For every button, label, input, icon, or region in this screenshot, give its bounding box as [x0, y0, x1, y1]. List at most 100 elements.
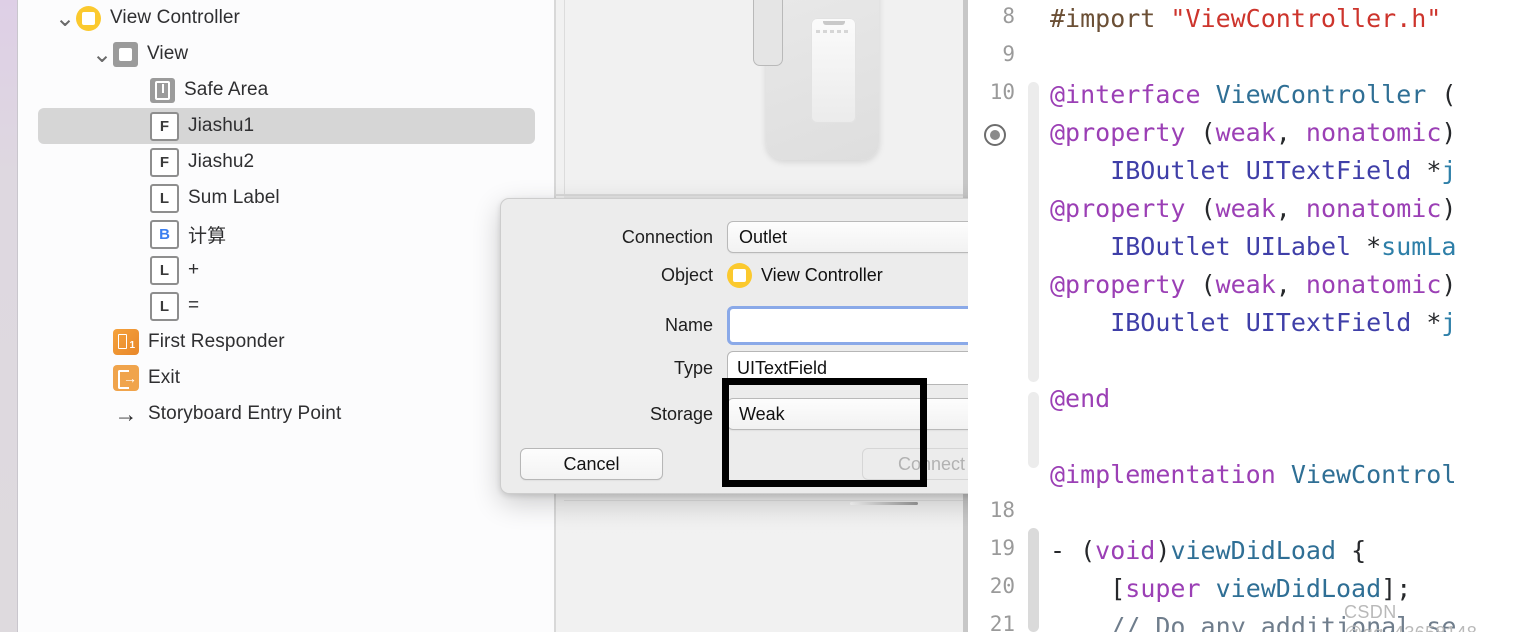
line-number: 8 — [1002, 4, 1015, 28]
disclosure-spacer — [91, 324, 113, 360]
code-token: ViewControl — [1290, 460, 1457, 489]
outline-row[interactable]: ⌄ View Controller — [18, 0, 555, 36]
document-outline-tree[interactable]: ⌄ View Controller ⌄ View Safe Area F Jiashu1 F J… — [18, 0, 555, 432]
arrow-right-icon: → — [114, 400, 138, 427]
outline-row[interactable]: F Jiashu2 — [18, 144, 555, 180]
outline-row[interactable]: F Jiashu1 — [38, 108, 535, 144]
outline-row[interactable]: B 计算 — [18, 216, 555, 252]
view-icon — [113, 41, 138, 67]
chevron-down-icon[interactable]: ⌄ — [54, 0, 76, 36]
outline-row[interactable]: → Storyboard Entry Point — [18, 396, 555, 432]
code-token: ]; — [1381, 574, 1412, 603]
code-token: weak — [1215, 194, 1276, 223]
outline-row[interactable]: ⌄ View — [18, 36, 555, 72]
code-token: void — [1095, 536, 1156, 565]
code-token: ( — [1426, 80, 1457, 109]
disclosure-spacer — [128, 72, 150, 108]
canvas-upper-area — [556, 0, 975, 196]
textfield-icon: F — [150, 147, 179, 177]
code-editor[interactable]: 8 9 10 18 19 20 21 #import "ViewControll… — [968, 0, 1526, 632]
view-controller-icon — [76, 5, 101, 31]
code-token: { — [1336, 536, 1367, 565]
source-code[interactable]: #import "ViewController.h" @interface Vi… — [1050, 0, 1526, 632]
annotation-rectangle — [722, 378, 927, 487]
code-token: , — [1275, 194, 1306, 223]
disclosure-spacer — [91, 360, 113, 396]
code-token: ) — [1441, 118, 1457, 147]
code-token: sumLa — [1381, 232, 1457, 261]
code-token: super — [1125, 574, 1201, 603]
code-token: ) — [1441, 270, 1457, 299]
device-status-bar — [816, 30, 851, 33]
outline-row-label: First Responder — [148, 331, 285, 352]
outline-row[interactable]: Safe Area — [18, 72, 555, 108]
disclosure-spacer — [128, 252, 150, 288]
code-token: @implementation — [1050, 460, 1276, 489]
outline-row-label: + — [188, 259, 200, 280]
outline-row[interactable]: Exit — [18, 360, 555, 396]
code-line: - (void)viewDidLoad { — [1050, 532, 1526, 570]
editor-gutter[interactable]: 8 9 10 18 19 20 21 — [968, 0, 1025, 632]
code-token: @property — [1050, 118, 1186, 147]
disclosure-spacer — [128, 144, 150, 180]
device-notch-icon — [823, 21, 845, 25]
code-token: * — [1411, 308, 1442, 337]
canvas-resize-handle[interactable] — [850, 502, 918, 505]
code-token: UILabel — [1245, 232, 1352, 261]
code-token: ) — [1441, 194, 1457, 223]
outline-row[interactable]: L + — [18, 252, 555, 288]
outline-row[interactable]: L = — [18, 288, 555, 324]
code-token: ) — [1155, 536, 1171, 565]
document-outline-panel: ⌄ View Controller ⌄ View Safe Area F Jiashu1 F J… — [18, 0, 555, 632]
code-token: UITextField — [1245, 308, 1412, 337]
label-icon: L — [150, 291, 179, 321]
object-chip[interactable]: View Controller — [727, 263, 883, 288]
outline-row-label: = — [188, 295, 200, 316]
outline-row[interactable]: L Sum Label — [18, 180, 555, 216]
line-number: 20 — [989, 574, 1015, 598]
connection-value: Outlet — [739, 226, 788, 247]
code-token: UITextField — [1245, 156, 1412, 185]
connection-popup-button[interactable]: Outlet ▲▼ — [727, 221, 1006, 253]
code-fold-ribbon[interactable] — [1028, 528, 1039, 632]
chevron-down-icon[interactable]: ⌄ — [91, 36, 113, 72]
device-screen — [811, 18, 856, 123]
connection-label: Connection — [621, 226, 713, 247]
label-icon: L — [150, 183, 179, 213]
line-number: 19 — [989, 536, 1015, 560]
code-token: nonatomic — [1305, 118, 1442, 147]
device-side-panel — [753, 0, 783, 66]
code-line: IBOutlet UITextField *j — [1050, 304, 1526, 342]
outline-row-label: View — [147, 43, 189, 64]
outline-row-label: Exit — [148, 367, 181, 388]
code-token: ( — [1185, 194, 1216, 223]
cancel-button[interactable]: Cancel — [520, 448, 663, 480]
code-line: @property (weak, nonatomic) — [1050, 266, 1526, 304]
line-number: 21 — [989, 612, 1015, 632]
view-controller-icon — [727, 263, 752, 288]
code-fold-ribbon[interactable] — [1028, 392, 1039, 468]
outline-row-label: Jiashu1 — [188, 115, 255, 136]
disclosure-spacer — [91, 396, 113, 432]
code-fold-indicator-icon[interactable] — [984, 124, 1006, 146]
code-token: * — [1411, 156, 1442, 185]
storage-label: Storage — [649, 403, 713, 424]
code-fold-ribbon[interactable] — [1028, 82, 1039, 382]
code-token: @property — [1050, 194, 1186, 223]
device-preview — [753, 0, 879, 160]
code-token: , — [1275, 270, 1306, 299]
code-token: #import — [1050, 4, 1171, 33]
code-line: @property (weak, nonatomic) — [1050, 114, 1526, 152]
disclosure-spacer — [128, 180, 150, 216]
xcode-window: ⌄ View Controller ⌄ View Safe Area F Jiashu1 F J… — [0, 0, 1526, 632]
outline-row-label: 计算 — [188, 225, 227, 247]
outline-row[interactable]: 1 First Responder — [18, 324, 555, 360]
